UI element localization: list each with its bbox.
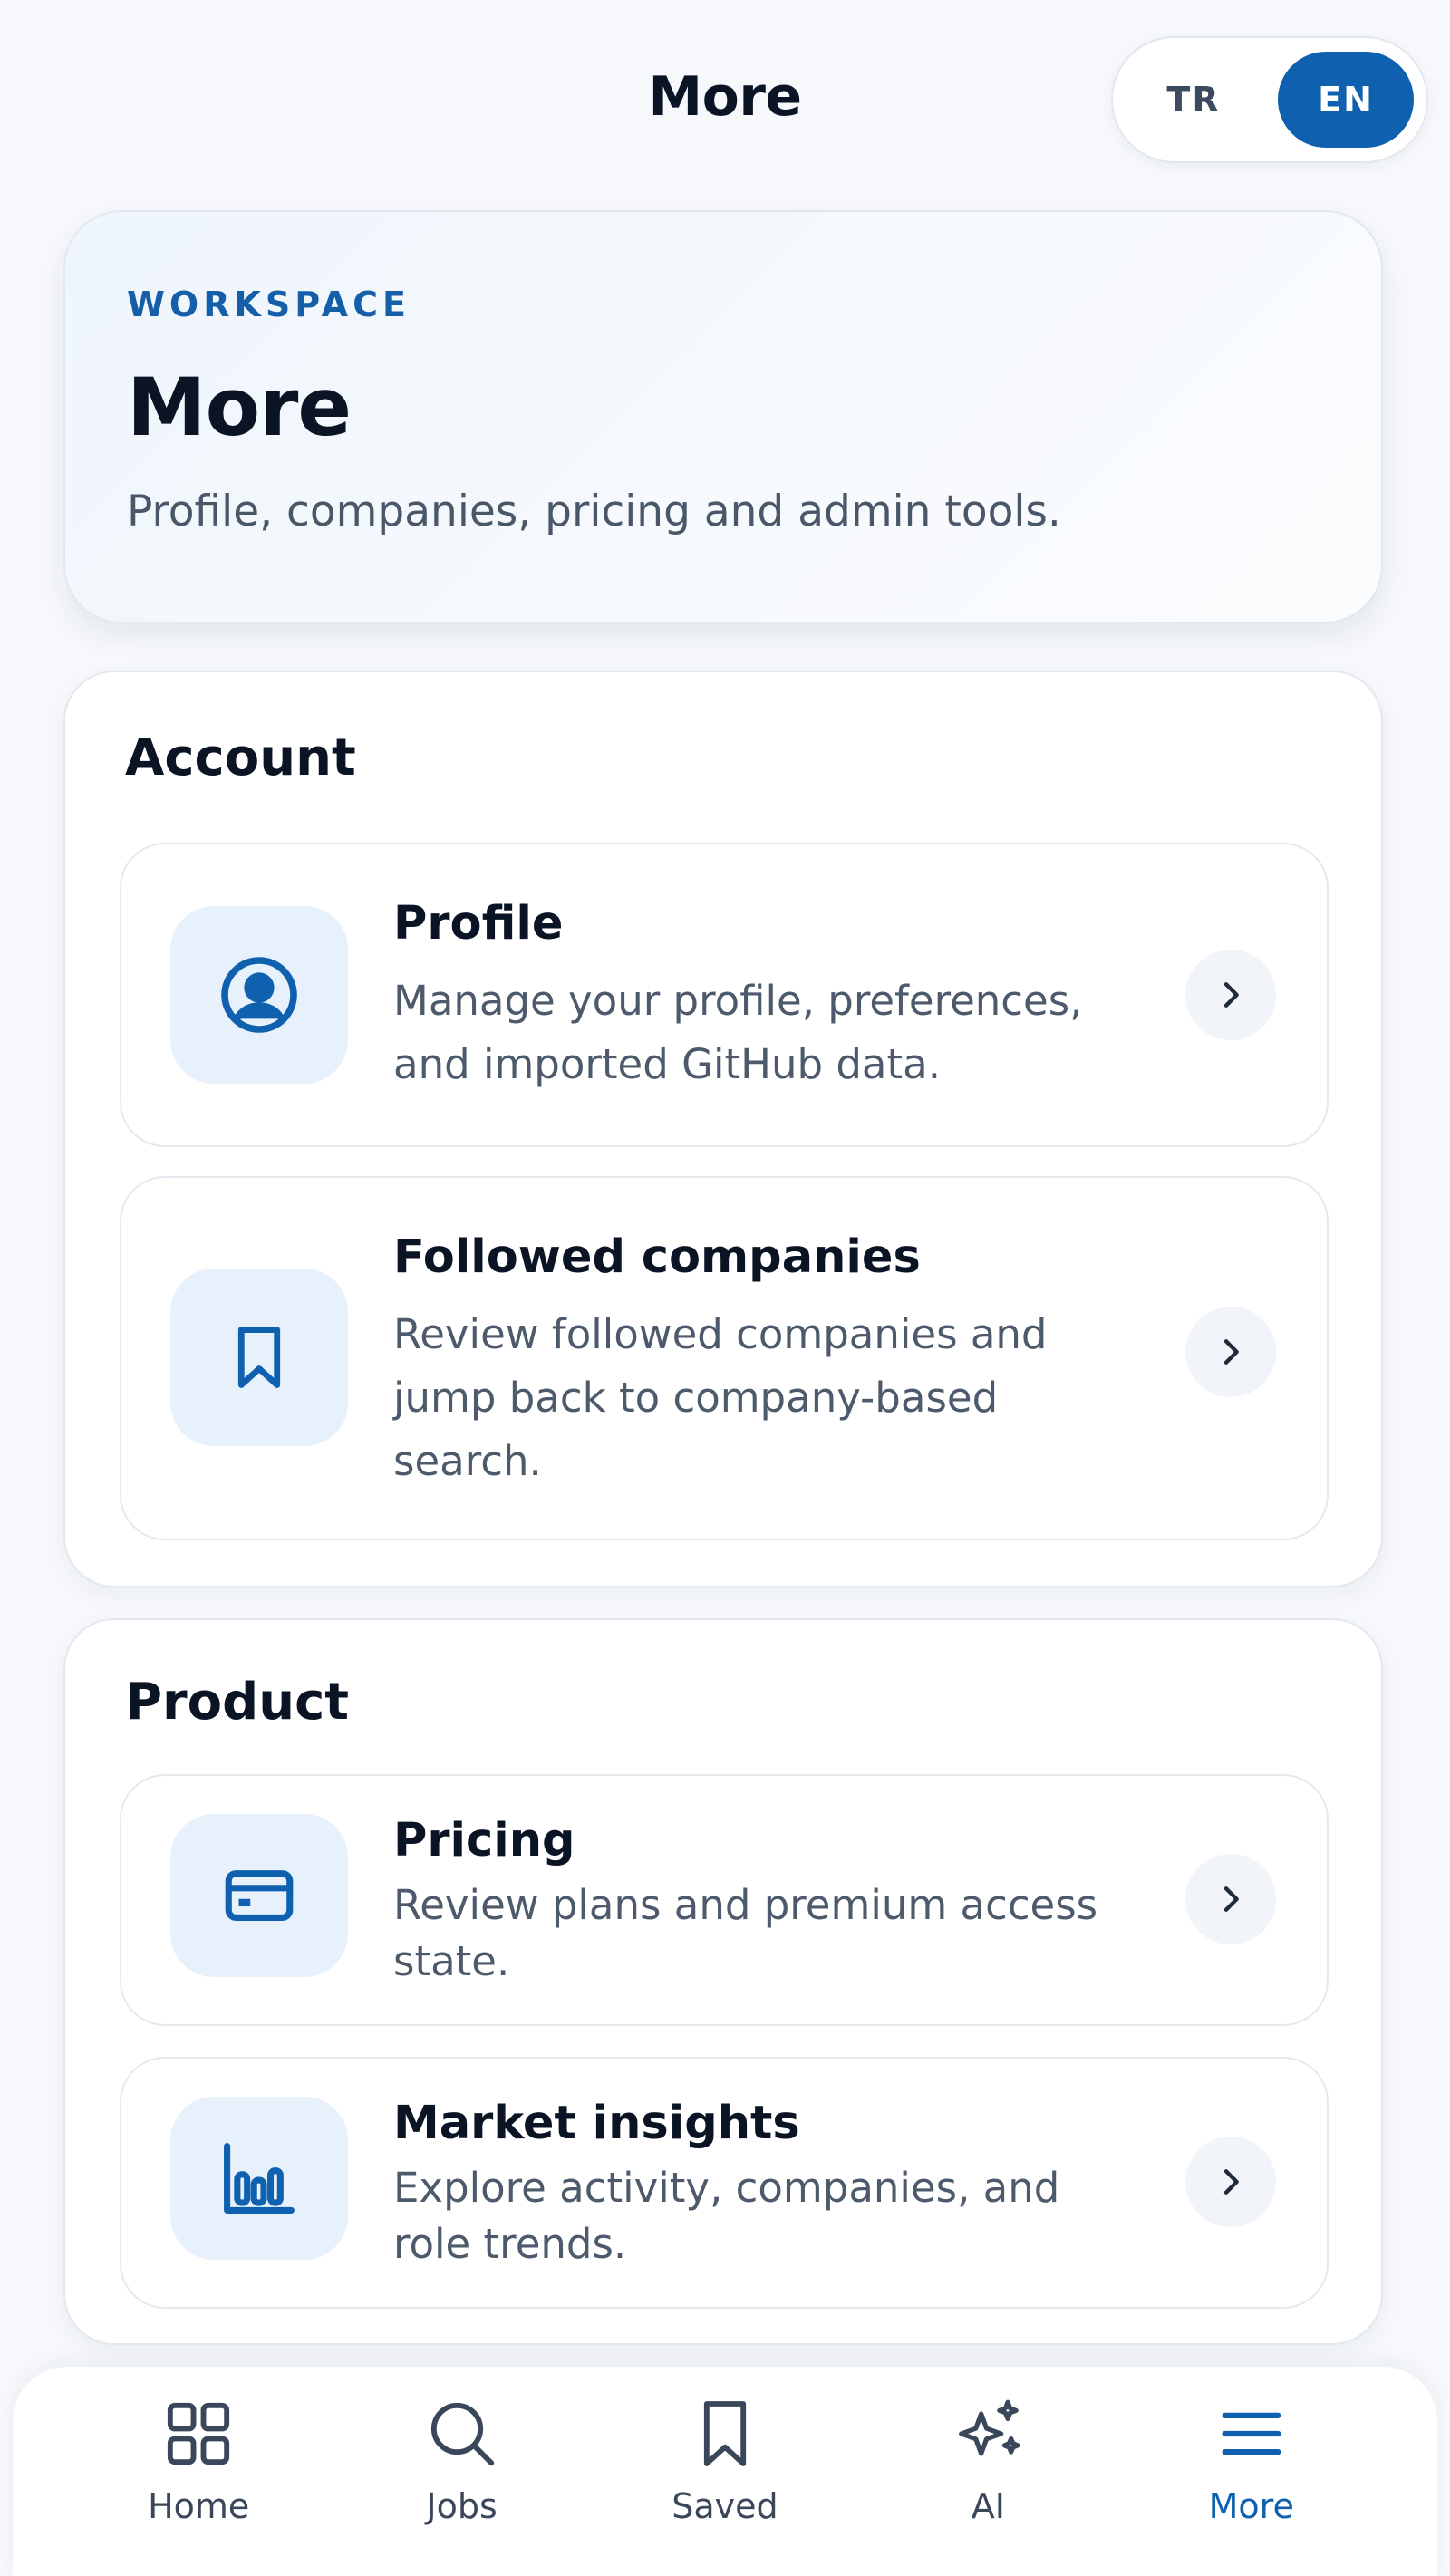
lang-option-tr[interactable]: TR	[1126, 52, 1262, 148]
menu-item-profile[interactable]: Profile Manage your profile, preferences…	[120, 843, 1329, 1147]
item-description: Manage your profile, preferences, and im…	[393, 977, 1083, 1088]
nav-item-ai[interactable]: AI	[888, 2367, 1088, 2576]
chevron-right-icon	[1185, 1854, 1276, 1944]
more-screen: More TR EN WORKSPACE More Profile, compa…	[0, 0, 1450, 2576]
sparkles-icon	[959, 2399, 1020, 2456]
item-title: Pricing	[393, 1814, 575, 1867]
section-title-product: Product	[125, 1673, 350, 1732]
chevron-right-icon	[1185, 950, 1276, 1040]
menu-item-market-insights[interactable]: Market insights Explore activity, compan…	[120, 2057, 1329, 2309]
item-description: Review plans and premium access state.	[393, 1881, 1098, 1985]
nav-label: AI	[971, 2486, 1005, 2526]
nav-item-more[interactable]: More	[1152, 2367, 1351, 2576]
chevron-right-icon	[1185, 1307, 1276, 1397]
item-description: Review followed companies and jump back …	[393, 1310, 1048, 1485]
grid-icon	[168, 2402, 230, 2465]
hero-title: More	[127, 361, 352, 454]
language-toggle[interactable]: TR EN	[1111, 36, 1428, 163]
hero-subtitle: Profile, companies, pricing and admin to…	[127, 487, 1061, 536]
user-circle-icon	[170, 906, 348, 1084]
nav-label: Saved	[672, 2486, 778, 2526]
item-title: Market insights	[393, 2097, 800, 2150]
section-title-account: Account	[125, 728, 356, 787]
item-description: Explore activity, companies, and role tr…	[393, 2164, 1060, 2268]
account-section: Account Profile Manage your profile, pre…	[63, 671, 1383, 1587]
nav-label: More	[1208, 2486, 1294, 2526]
chevron-right-icon	[1185, 2137, 1276, 2227]
menu-item-followed-companies[interactable]: Followed companies Review followed compa…	[120, 1176, 1329, 1540]
bottom-navigation: Home Jobs Saved AI More	[13, 2367, 1437, 2576]
search-icon	[430, 2402, 494, 2466]
nav-item-jobs[interactable]: Jobs	[362, 2367, 562, 2576]
item-title: Followed companies	[393, 1230, 921, 1284]
nav-label: Home	[148, 2486, 250, 2526]
menu-icon	[1222, 2412, 1281, 2455]
credit-card-icon	[170, 1814, 348, 1977]
nav-item-saved[interactable]: Saved	[625, 2367, 825, 2576]
product-section: Product Pricing Review plans and premium…	[63, 1618, 1383, 2345]
bar-chart-icon	[170, 2097, 348, 2260]
item-title: Profile	[393, 897, 564, 950]
workspace-hero-card: WORKSPACE More Profile, companies, prici…	[63, 210, 1383, 623]
nav-label: Jobs	[426, 2486, 498, 2526]
hero-eyebrow: WORKSPACE	[127, 285, 411, 324]
bookmark-icon	[703, 2401, 747, 2466]
menu-item-pricing[interactable]: Pricing Review plans and premium access …	[120, 1774, 1329, 2026]
lang-option-en[interactable]: EN	[1278, 52, 1414, 148]
nav-item-home[interactable]: Home	[99, 2367, 298, 2576]
bookmark-icon	[170, 1269, 348, 1446]
